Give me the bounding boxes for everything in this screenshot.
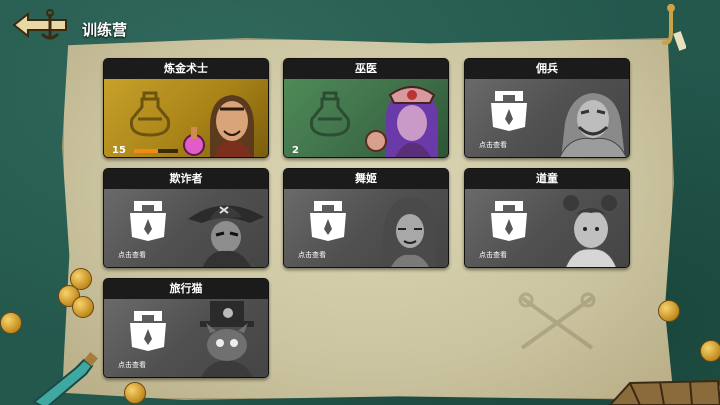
hook-icon (661, 4, 686, 51)
character-card-alchemist[interactable]: 炼金术士 15 (103, 58, 269, 158)
lock-icon (491, 201, 527, 241)
card-title: 欺诈者 (104, 169, 268, 189)
click-to-view-text: 点击查看 (118, 361, 146, 369)
gold-coin-icon (658, 300, 680, 322)
trickster-portrait (188, 205, 264, 267)
flask-icon (309, 91, 351, 137)
lock-icon (130, 311, 166, 351)
gold-coin-icon (700, 340, 720, 362)
lock-icon (491, 91, 527, 131)
character-card-traveling-cat[interactable]: 旅行猫 点击查看 (103, 278, 269, 378)
back-button[interactable] (10, 8, 72, 42)
top-bar: 训练营 (0, 0, 720, 51)
card-body: 点击查看 (465, 189, 629, 267)
card-body: 点击查看 (104, 189, 268, 267)
click-to-view-text: 点击查看 (479, 251, 507, 259)
character-card-taoist-boy[interactable]: 道童 点击查看 (464, 168, 630, 268)
card-body: 2 (284, 79, 448, 157)
flask-icon (129, 91, 171, 137)
dancer-portrait (382, 197, 436, 267)
gold-coin-icon (0, 312, 22, 334)
character-card-witch-doctor[interactable]: 巫医 2 (283, 58, 449, 158)
gold-coin-icon (72, 296, 94, 318)
level-progress-fill (134, 149, 159, 153)
card-title: 舞姬 (284, 169, 448, 189)
anchor-back-icon (12, 9, 67, 40)
character-card-dancer[interactable]: 舞姬 点击查看 (283, 168, 449, 268)
taoist-boy-portrait (563, 195, 617, 267)
level-progress-bar (134, 149, 178, 153)
gold-coin-icon (124, 382, 146, 404)
lock-icon (130, 201, 166, 241)
traveling-cat-portrait (200, 301, 254, 377)
click-to-view-text: 点击查看 (479, 141, 507, 149)
lock-icon (310, 201, 346, 241)
card-body: 15 (104, 79, 268, 157)
card-title: 旅行猫 (104, 279, 268, 299)
card-title: 巫医 (284, 59, 448, 79)
card-title: 佣兵 (465, 59, 629, 79)
click-to-view-text: 点击查看 (118, 251, 146, 259)
page-title: 训练营 (82, 21, 128, 39)
level-number: 2 (292, 145, 299, 156)
card-body: 点击查看 (284, 189, 448, 267)
character-card-mercenary[interactable]: 佣兵 点击查看 (464, 58, 630, 158)
card-body: 点击查看 (104, 299, 268, 377)
character-card-trickster[interactable]: 欺诈者 点击查看 (103, 168, 269, 268)
card-title: 炼金术士 (104, 59, 268, 79)
alchemist-portrait (183, 95, 254, 157)
mercenary-portrait (559, 93, 627, 157)
crate-icon (608, 379, 720, 405)
card-title: 道童 (465, 169, 629, 189)
bottle-icon (32, 351, 99, 405)
crossed-swords-sketch-icon (518, 292, 596, 350)
card-body: 点击查看 (465, 79, 629, 157)
level-number: 15 (112, 145, 126, 156)
witch-doctor-portrait (365, 86, 438, 157)
click-to-view-text: 点击查看 (298, 251, 326, 259)
